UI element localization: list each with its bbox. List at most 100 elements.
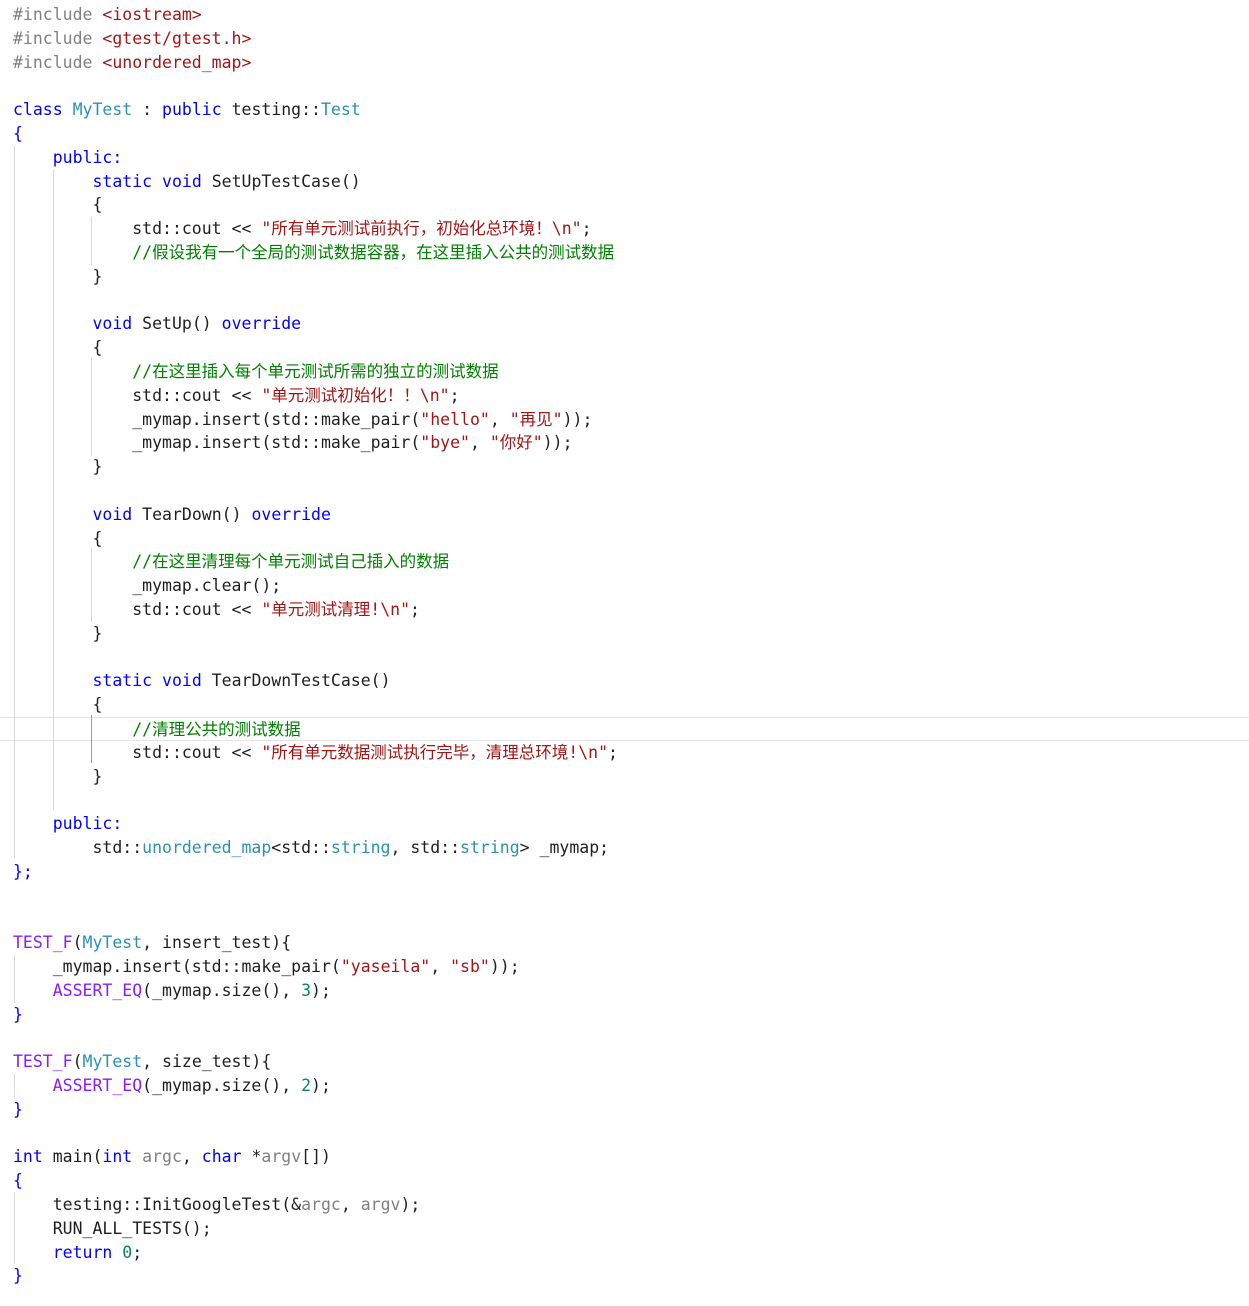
- code-line[interactable]: //清理公共的测试数据: [0, 717, 1249, 741]
- code-token: (): [221, 504, 252, 524]
- code-line[interactable]: [0, 646, 1249, 670]
- code-token: #include: [13, 28, 103, 48]
- code-line[interactable]: {: [0, 1169, 1249, 1193]
- code-line[interactable]: [0, 788, 1249, 812]
- code-line[interactable]: std::cout << "单元测试初始化！！\n";: [0, 384, 1249, 408]
- code-line-text: std::cout << "所有单元数据测试执行完毕，清理总环境!\n";: [13, 741, 618, 765]
- code-line[interactable]: //假设我有一个全局的测试数据容器，在这里插入公共的测试数据: [0, 241, 1249, 265]
- code-line[interactable]: ASSERT_EQ(_mymap.size(), 2);: [0, 1074, 1249, 1098]
- code-token: #include: [13, 5, 103, 24]
- code-line[interactable]: return 0;: [0, 1241, 1249, 1265]
- code-line[interactable]: [0, 884, 1249, 908]
- code-line[interactable]: std::cout << "所有单元数据测试执行完毕，清理总环境!\n";: [0, 741, 1249, 765]
- code-line[interactable]: }: [0, 455, 1249, 479]
- code-line[interactable]: public:: [0, 812, 1249, 836]
- code-line-text: TEST_F(MyTest, insert_test){: [13, 931, 291, 955]
- code-line[interactable]: int main(int argc, char *argv[]): [0, 1145, 1249, 1169]
- code-line-text: _mymap.insert(std::make_pair("hello", "再…: [13, 408, 592, 432]
- code-line-text: ASSERT_EQ(_mymap.size(), 3);: [13, 979, 331, 1003]
- code-line[interactable]: void TearDown() override: [0, 503, 1249, 527]
- code-line[interactable]: RUN_ALL_TESTS();: [0, 1217, 1249, 1241]
- code-line[interactable]: std::unordered_map<std::string, std::str…: [0, 836, 1249, 860]
- code-line[interactable]: {: [0, 336, 1249, 360]
- indent-guide: [53, 170, 54, 810]
- code-token: {: [13, 528, 103, 548]
- code-token: void: [92, 314, 143, 334]
- code-line[interactable]: }: [0, 265, 1249, 289]
- code-line[interactable]: std::cout << "单元测试清理!\n";: [0, 598, 1249, 622]
- code-line-text: void SetUp() override: [13, 312, 301, 336]
- code-line[interactable]: [0, 289, 1249, 313]
- code-line[interactable]: }: [0, 622, 1249, 646]
- code-line[interactable]: [0, 479, 1249, 503]
- code-line[interactable]: public:: [0, 146, 1249, 170]
- code-line-text: static void SetUpTestCase(): [13, 170, 360, 194]
- code-line[interactable]: static void TearDownTestCase(): [0, 669, 1249, 693]
- code-line-text: public:: [13, 146, 123, 170]
- code-token: MyTest: [82, 1052, 143, 1072]
- code-line[interactable]: testing::InitGoogleTest(&argc, argv);: [0, 1193, 1249, 1217]
- indent-guide: [14, 955, 15, 1003]
- code-line[interactable]: {: [0, 693, 1249, 717]
- code-token: override: [251, 504, 331, 524]
- indent-guide: [91, 548, 92, 622]
- code-line[interactable]: std::cout << "所有单元测试前执行，初始化总环境！\n";: [0, 217, 1249, 241]
- code-line-text: testing::InitGoogleTest(&argc, argv);: [13, 1193, 421, 1217]
- code-line[interactable]: {: [0, 193, 1249, 217]
- code-line[interactable]: //在这里插入每个单元测试所需的独立的测试数据: [0, 360, 1249, 384]
- code-token: }: [13, 1266, 23, 1286]
- code-line-text: {: [13, 693, 102, 717]
- code-line[interactable]: TEST_F(MyTest, insert_test){: [0, 931, 1249, 955]
- code-line[interactable]: _mymap.insert(std::make_pair("yaseila", …: [0, 955, 1249, 979]
- code-line[interactable]: [0, 1122, 1249, 1146]
- code-line[interactable]: }: [0, 1003, 1249, 1027]
- code-line[interactable]: class MyTest : public testing::Test: [0, 98, 1249, 122]
- indent-guide: [14, 146, 15, 858]
- code-line-text: TEST_F(MyTest, size_test){: [13, 1050, 271, 1074]
- code-line[interactable]: ASSERT_EQ(_mymap.size(), 3);: [0, 979, 1249, 1003]
- code-token: public:: [52, 814, 123, 834]
- code-editor[interactable]: #include <iostream> #include <gtest/gtest…: [0, 0, 1249, 1306]
- code-line[interactable]: }: [0, 1264, 1249, 1288]
- code-line[interactable]: [0, 74, 1249, 98]
- code-line[interactable]: {: [0, 527, 1249, 551]
- code-token: TEST_F: [13, 1052, 73, 1072]
- code-token: SetUp: [142, 314, 192, 334]
- code-line-text: std::cout << "单元测试初始化！！\n";: [13, 384, 459, 408]
- code-line-text: {: [13, 193, 102, 217]
- code-token: //在这里插入每个单元测试所需的独立的测试数据: [132, 362, 499, 381]
- code-line-text: {: [13, 527, 102, 551]
- code-line[interactable]: _mymap.insert(std::make_pair("hello", "再…: [0, 408, 1249, 432]
- code-line[interactable]: [0, 907, 1249, 931]
- code-token: TEST_F: [13, 933, 73, 953]
- code-token: TearDownTestCase: [211, 671, 371, 691]
- indent-guide: [14, 1074, 15, 1098]
- code-line[interactable]: _mymap.insert(std::make_pair("bye", "你好"…: [0, 431, 1249, 455]
- code-line[interactable]: }: [0, 1098, 1249, 1122]
- code-line-text: }: [13, 1003, 23, 1027]
- code-line[interactable]: #include <iostream>: [0, 3, 1249, 27]
- code-token: , size_test){: [142, 1052, 272, 1072]
- code-line[interactable]: {: [0, 122, 1249, 146]
- code-token: );: [311, 980, 331, 1000]
- code-line[interactable]: void SetUp() override: [0, 312, 1249, 336]
- code-line[interactable]: #include <unordered_map>: [0, 51, 1249, 75]
- code-token: }: [13, 457, 103, 477]
- code-line[interactable]: [0, 1026, 1249, 1050]
- code-token: "hello": [420, 409, 490, 429]
- code-line-text: }: [13, 1264, 23, 1288]
- code-line[interactable]: _mymap.clear();: [0, 574, 1249, 598]
- code-line[interactable]: };: [0, 860, 1249, 884]
- code-line[interactable]: }: [0, 765, 1249, 789]
- code-token: (): [370, 671, 391, 691]
- code-token: int: [102, 1147, 143, 1167]
- code-token: []): [301, 1147, 331, 1167]
- code-line[interactable]: static void SetUpTestCase(): [0, 170, 1249, 194]
- code-line[interactable]: //在这里清理每个单元测试自己插入的数据: [0, 550, 1249, 574]
- code-line[interactable]: TEST_F(MyTest, size_test){: [0, 1050, 1249, 1074]
- code-line-text: std::cout << "单元测试清理!\n";: [13, 598, 420, 622]
- code-line[interactable]: #include <gtest/gtest.h>: [0, 27, 1249, 51]
